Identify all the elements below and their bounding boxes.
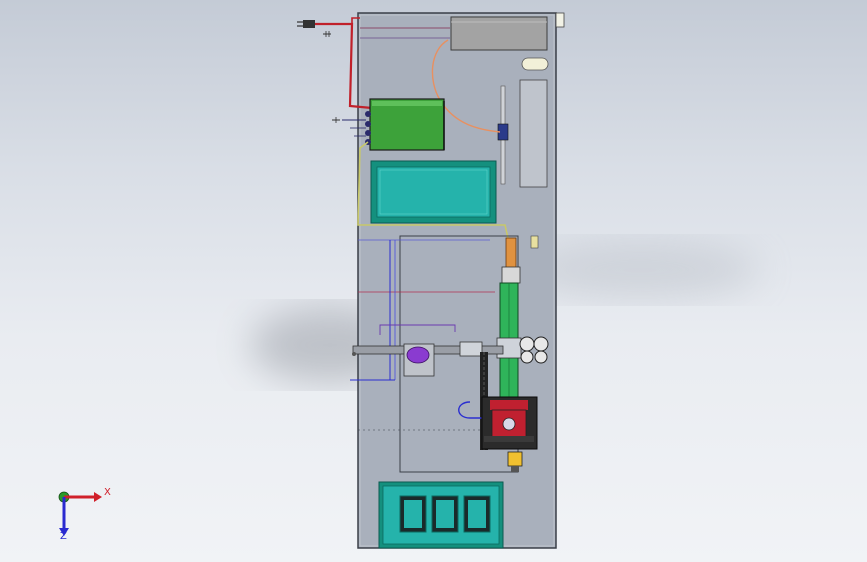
- side-mount-plate[interactable]: [519, 79, 548, 188]
- head-dial-icon: [502, 417, 516, 431]
- purple-rotor: [406, 346, 430, 364]
- connector-icon: [365, 121, 371, 127]
- arm-bracket: [459, 341, 483, 357]
- gauge-icon: [534, 350, 548, 364]
- nozzle-tip: [507, 451, 523, 467]
- tray-slot-fill: [436, 500, 454, 528]
- triad-x-arrow-icon: [94, 492, 102, 502]
- cad-viewport[interactable]: X Z: [0, 0, 867, 562]
- triad-x-label: X: [104, 487, 111, 498]
- assembly-drawing: [58, 12, 760, 549]
- controller-module[interactable]: [369, 98, 445, 151]
- gauge-icon: [533, 336, 549, 352]
- limit-switch: [530, 235, 539, 249]
- actuator-motor: [505, 237, 517, 269]
- nozzle-cap: [511, 466, 519, 472]
- connector-icon: [365, 111, 371, 117]
- gauge-icon: [519, 336, 535, 352]
- pill-connector: [521, 57, 549, 71]
- actuator-coupler: [501, 266, 521, 284]
- gauge-icon: [520, 350, 534, 364]
- tray-slot-fill: [468, 500, 486, 528]
- connector-icon: [365, 130, 371, 136]
- tray-slot-fill: [404, 500, 422, 528]
- power-plug: [303, 20, 315, 28]
- panel-tab: [555, 12, 565, 28]
- arm-pin: [352, 352, 356, 356]
- upper-tray: [376, 166, 491, 218]
- head-red-top: [490, 400, 528, 410]
- controller-top-highlight: [372, 101, 442, 106]
- head-base: [484, 436, 534, 442]
- triad-z-label: Z: [60, 531, 67, 542]
